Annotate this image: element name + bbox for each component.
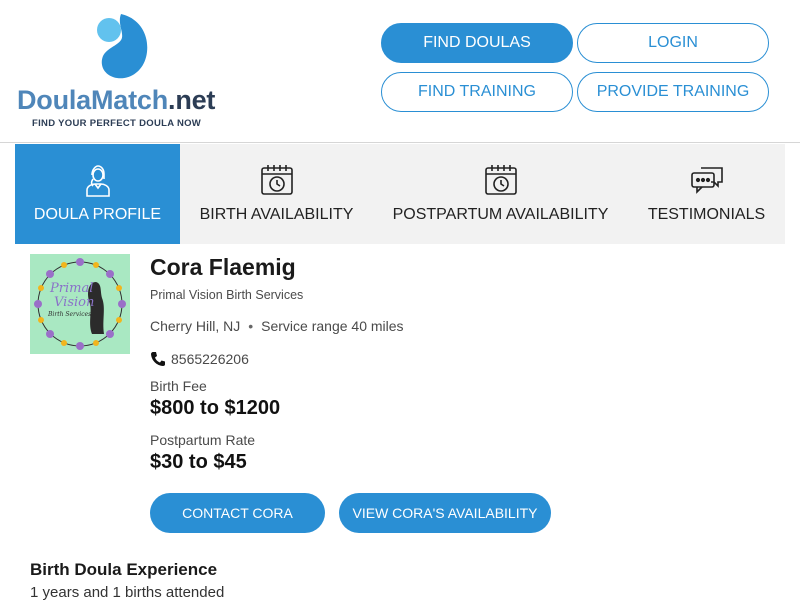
- phone-line[interactable]: 8565226206: [150, 351, 249, 367]
- chat-bubbles-icon: [690, 167, 723, 194]
- tab-label: BIRTH AVAILABILITY: [199, 206, 354, 223]
- tab-birth-availability[interactable]: BIRTH AVAILABILITY: [180, 144, 373, 244]
- logo-wordmark-main: DoulaMatch: [17, 85, 169, 115]
- profile-tabs: DOULA PROFILE BIRTH AVAILABILITY POSTPAR…: [15, 144, 785, 244]
- phone-number[interactable]: 8565226206: [171, 351, 249, 367]
- service-range: Service range 40 miles: [261, 318, 404, 334]
- business-name: Primal Vision Birth Services: [150, 288, 304, 302]
- logo-wordmark: DoulaMatch.net: [17, 85, 215, 116]
- tab-label: DOULA PROFILE: [33, 206, 162, 223]
- tab-testimonials[interactable]: TESTIMONIALS: [628, 144, 785, 244]
- phone-icon: [151, 352, 165, 366]
- find-doulas-button[interactable]: FIND DOULAS: [381, 23, 573, 63]
- doula-name: Cora Flaemig: [150, 254, 296, 280]
- contact-button[interactable]: CONTACT CORA: [150, 493, 325, 533]
- avatar-text-line3: Birth Services: [47, 311, 91, 318]
- primal-vision-logo-image: Primal Vision Birth Services: [30, 254, 130, 354]
- logo-tagline: FIND YOUR PERFECT DOULA NOW: [32, 118, 202, 129]
- view-availability-button[interactable]: VIEW CORA'S AVAILABILITY: [339, 493, 551, 533]
- login-button[interactable]: LOGIN: [577, 23, 769, 63]
- city: Cherry Hill, NJ: [150, 318, 241, 334]
- site-header: DoulaMatch.net FIND YOUR PERFECT DOULA N…: [0, 0, 800, 143]
- birth-fee-value: $800 to $1200: [150, 397, 281, 419]
- logo-mark-icon: [97, 14, 148, 79]
- provide-training-button[interactable]: PROVIDE TRAINING: [577, 72, 769, 112]
- tab-postpartum-availability[interactable]: POSTPARTUM AVAILABILITY: [373, 144, 628, 244]
- location-line: Cherry Hill, NJ • Service range 40 miles: [150, 318, 404, 334]
- profile-avatar: Primal Vision Birth Services: [30, 254, 130, 354]
- site-logo[interactable]: DoulaMatch.net FIND YOUR PERFECT DOULA N…: [15, 10, 225, 135]
- logo-wordmark-tld: .net: [168, 85, 216, 115]
- calendar-clock-icon: [260, 165, 293, 195]
- find-training-button[interactable]: FIND TRAINING: [381, 72, 573, 112]
- experience-text: 1 years and 1 births attended: [30, 584, 225, 600]
- calendar-clock-icon: [484, 165, 517, 195]
- tab-doula-profile[interactable]: DOULA PROFILE: [15, 144, 180, 244]
- postpartum-rate-value: $30 to $45: [150, 451, 247, 473]
- experience-heading: Birth Doula Experience: [30, 560, 218, 579]
- avatar-text-line1: Primal: [49, 281, 93, 296]
- postpartum-rate-label: Postpartum Rate: [150, 432, 256, 448]
- tab-label: POSTPARTUM AVAILABILITY: [392, 206, 609, 223]
- doula-person-icon: [85, 165, 110, 197]
- birth-fee-label: Birth Fee: [150, 378, 207, 394]
- tab-label: TESTIMONIALS: [647, 206, 766, 223]
- separator-dot: •: [248, 318, 254, 334]
- avatar-text-line2: Vision: [54, 295, 94, 310]
